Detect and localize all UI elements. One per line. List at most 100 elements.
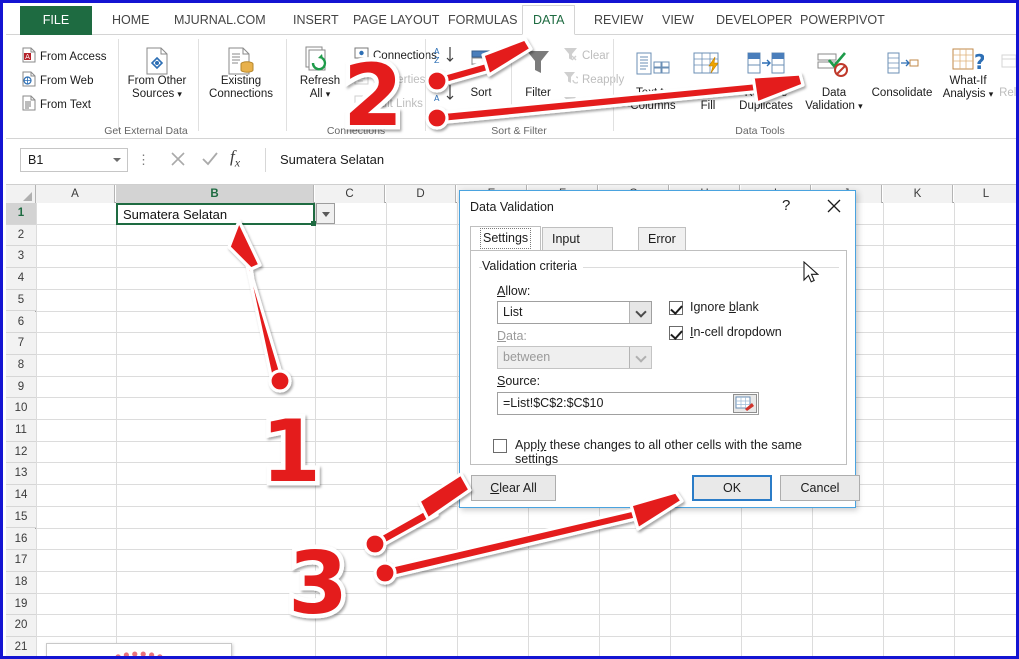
data-validation-label-1: Data: [821, 87, 847, 99]
tab-page-layout[interactable]: PAGE LAYOUT: [343, 6, 449, 35]
what-if-label-2: Analysis ▾: [942, 87, 994, 100]
close-icon[interactable]: [820, 195, 848, 217]
column-header-d[interactable]: D: [386, 185, 456, 203]
source-input[interactable]: =List!$C$2:$C$10: [497, 392, 759, 415]
chevron-down-icon[interactable]: [113, 158, 121, 162]
from-access-icon: A: [22, 47, 36, 66]
cancel-button[interactable]: Cancel: [780, 475, 860, 501]
consolidate-button[interactable]: Consolidate: [867, 87, 937, 100]
grid-col-line: [116, 203, 117, 656]
properties-icon: [354, 71, 369, 88]
from-web-label: From Web: [40, 74, 94, 87]
clear-filter-button[interactable]: Clear: [563, 47, 609, 64]
row-header-5[interactable]: 5: [6, 289, 36, 312]
tab-formulas[interactable]: FORMULAS: [438, 6, 527, 35]
column-header-a[interactable]: A: [36, 185, 115, 203]
sort-za-icon[interactable]: ZA: [433, 83, 457, 108]
flash-fill-button[interactable]: Flash Fill: [687, 87, 729, 112]
row-header-11[interactable]: 11: [6, 420, 36, 442]
tab-data[interactable]: DATA: [522, 5, 576, 35]
row-header-20[interactable]: 20: [6, 615, 36, 637]
tab-mjurnal[interactable]: MJURNAL.COM: [164, 6, 276, 35]
tab-home[interactable]: HOME: [102, 6, 160, 35]
text-to-columns-button[interactable]: Text to Columns: [623, 87, 683, 112]
in-cell-dropdown-checkbox[interactable]: [669, 326, 683, 340]
tab-insert[interactable]: INSERT: [283, 6, 349, 35]
svg-text:A: A: [434, 94, 440, 103]
column-header-l[interactable]: L: [954, 185, 1016, 203]
chevron-down-icon[interactable]: [629, 302, 651, 323]
row-header-6[interactable]: 6: [6, 311, 36, 334]
help-icon[interactable]: ?: [782, 197, 790, 214]
formula-input[interactable]: Sumatera Selatan: [274, 148, 1016, 172]
row-header-13[interactable]: 13: [6, 463, 36, 486]
filter-button[interactable]: Filter: [515, 87, 561, 100]
tab-review[interactable]: REVIEW: [584, 6, 653, 35]
data-select: between: [497, 346, 652, 369]
data-value: between: [503, 350, 551, 364]
row-header-21[interactable]: 21: [6, 637, 36, 656]
row-header-8[interactable]: 8: [6, 354, 36, 377]
sort-az-icon[interactable]: AZ: [433, 45, 457, 70]
row-header-1[interactable]: 1: [6, 203, 36, 225]
apply-all-checkbox[interactable]: [493, 439, 507, 453]
select-all-corner[interactable]: [6, 185, 36, 203]
data-validation-button[interactable]: Data Validation ▾: [803, 87, 865, 112]
column-header-c[interactable]: C: [315, 185, 385, 203]
formula-bar-expand-dots[interactable]: ⋮: [137, 152, 150, 168]
relationships-button[interactable]: Relatio: [995, 87, 1016, 100]
data-validation-label-2: Validation ▾: [805, 99, 863, 112]
data-validation-dialog: Data Validation ? Settings Input Message…: [459, 190, 860, 508]
tab-error-alert[interactable]: Error Alert: [638, 227, 686, 269]
from-text-label: From Text: [40, 98, 91, 111]
sort-button[interactable]: Sort: [459, 87, 503, 100]
ribbon-group-connections: Refresh All ▾ Connections Properties Edi…: [288, 35, 437, 139]
what-if-analysis-button[interactable]: What-If Analysis ▾: [939, 75, 997, 100]
row-header-18[interactable]: 18: [6, 571, 36, 594]
remove-duplicates-label-1: Remove: [744, 87, 788, 99]
row-header-17[interactable]: 17: [6, 550, 36, 572]
column-header-k[interactable]: K: [883, 185, 953, 203]
row-header-15[interactable]: 15: [6, 506, 36, 529]
row-header-2[interactable]: 2: [6, 224, 36, 247]
tab-powerpivot[interactable]: POWERPIVOT: [790, 6, 895, 35]
row-header-12[interactable]: 12: [6, 441, 36, 464]
tab-settings[interactable]: Settings: [470, 226, 542, 251]
from-web-button[interactable]: From Web: [22, 71, 93, 90]
row-header-19[interactable]: 19: [6, 593, 36, 616]
insert-function-icon[interactable]: fx: [230, 147, 240, 170]
tab-developer[interactable]: DEVELOPER: [706, 6, 802, 35]
row-header-10[interactable]: 10: [6, 398, 36, 420]
remove-duplicates-label-2: Duplicates: [739, 99, 793, 112]
row-header-7[interactable]: 7: [6, 333, 36, 355]
existing-connections-icon: [224, 47, 258, 80]
clear-filter-icon: [563, 47, 578, 64]
range-selector-icon[interactable]: [733, 394, 757, 413]
row-header-14[interactable]: 14: [6, 485, 36, 507]
name-box[interactable]: B1: [20, 148, 128, 172]
in-cell-dropdown-button[interactable]: [316, 203, 335, 224]
row-header-9[interactable]: 9: [6, 376, 36, 399]
row-header-4[interactable]: 4: [6, 268, 36, 290]
enter-icon[interactable]: [200, 149, 220, 174]
from-access-button[interactable]: A From Access: [22, 47, 106, 66]
tab-input-message[interactable]: Input Message: [542, 227, 613, 269]
tab-file[interactable]: FILE: [20, 6, 92, 35]
grid-col-line: [954, 203, 955, 656]
ok-button[interactable]: OK: [692, 475, 772, 501]
ignore-blank-checkbox[interactable]: [669, 301, 683, 315]
allow-select[interactable]: List: [497, 301, 652, 324]
remove-duplicates-button[interactable]: Remove Duplicates: [731, 87, 801, 112]
ribbon: A From Access From Web From Text From Ot…: [6, 35, 1016, 139]
from-text-button[interactable]: From Text: [22, 95, 91, 114]
row-header-3[interactable]: 3: [6, 246, 36, 269]
row-header-16[interactable]: 16: [6, 528, 36, 551]
tab-view[interactable]: VIEW: [652, 6, 704, 35]
edit-links-button[interactable]: Edit Links: [354, 95, 423, 112]
column-header-b[interactable]: B: [116, 185, 314, 203]
cancel-icon[interactable]: [168, 149, 188, 174]
ignore-blank-label: Ignore blank: [690, 300, 759, 314]
active-cell-b1[interactable]: Sumatera Selatan: [116, 203, 315, 225]
properties-button[interactable]: Properties: [354, 71, 425, 88]
clear-all-button[interactable]: Clear All: [471, 475, 556, 501]
